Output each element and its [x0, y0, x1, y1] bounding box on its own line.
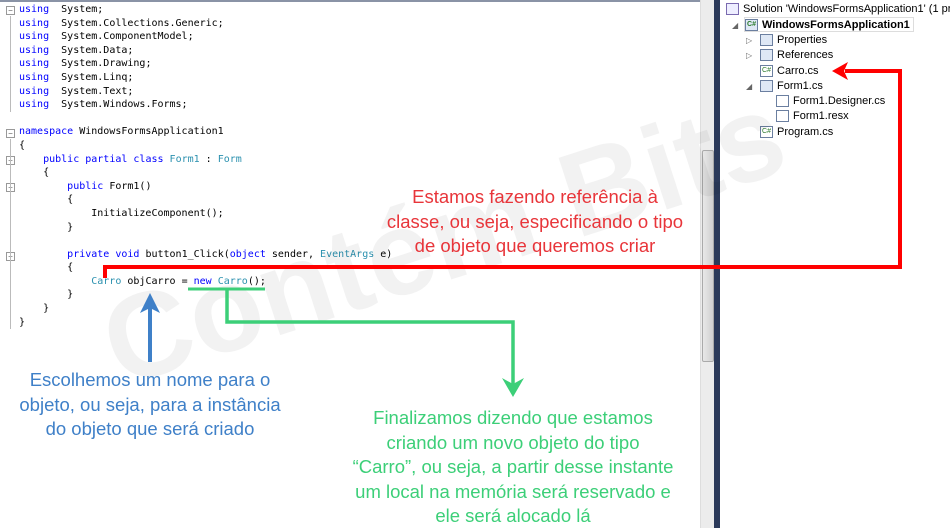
annotation-line: um local na memória será reservado e — [355, 480, 671, 502]
annotation-line: Estamos fazendo referência à — [412, 186, 658, 207]
red-annotation: Estamos fazendo referência à classe, ou … — [345, 185, 725, 259]
annotation-line: classe, ou seja, especificando o tipo — [386, 210, 684, 232]
annotation-line: objeto, ou seja, para a instância — [19, 393, 281, 415]
annotation-line: criando um novo objeto do tipo — [386, 431, 640, 453]
annotation-line: do objeto que será criado — [45, 418, 255, 439]
blue-annotation: Escolhemos um nome para o objeto, ou sej… — [0, 368, 300, 442]
annotation-line: Finalizamos dizendo que estamos — [373, 407, 653, 428]
annotation-line: de objeto que queremos criar — [414, 235, 656, 256]
annotation-line: “Carro”, ou seja, a partir desse instant… — [352, 456, 674, 477]
annotation-line: ele será alocado lá — [435, 505, 591, 526]
green-annotation: Finalizamos dizendo que estamos criando … — [313, 406, 713, 529]
annotation-line: Escolhemos um nome para o — [29, 369, 271, 390]
